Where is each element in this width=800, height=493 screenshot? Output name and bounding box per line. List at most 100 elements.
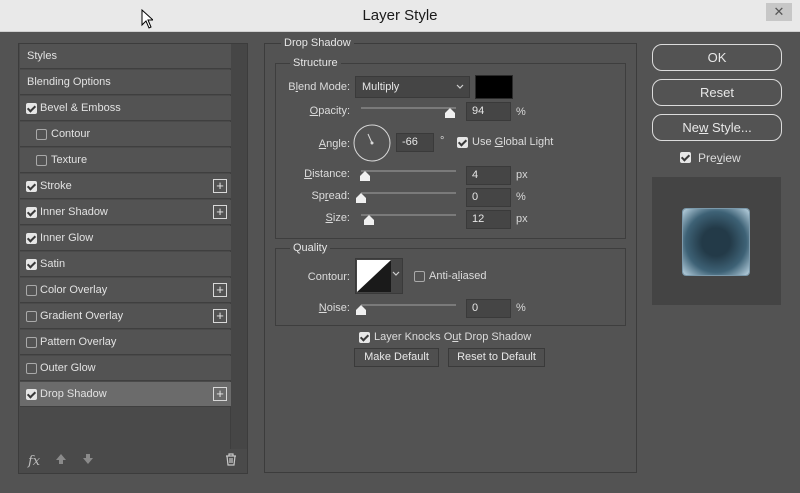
- pattern-overlay-checkbox[interactable]: [26, 337, 37, 348]
- chevron-down-icon: [392, 267, 400, 284]
- opacity-input[interactable]: 94: [466, 102, 511, 121]
- size-unit: px: [516, 213, 528, 225]
- title-bar: Layer Style ✕: [0, 0, 800, 32]
- texture-checkbox[interactable]: [36, 155, 47, 166]
- inner-shadow-checkbox[interactable]: [26, 207, 37, 218]
- styles-list-item-outer-glow[interactable]: Outer Glow: [20, 356, 231, 381]
- reset-to-default-button[interactable]: Reset to Default: [448, 348, 545, 367]
- distance-input[interactable]: 4: [466, 166, 511, 185]
- new-style-button[interactable]: New Style...: [652, 114, 782, 141]
- add-drop-shadow-plus-icon[interactable]: +: [213, 387, 227, 401]
- size-input[interactable]: 12: [466, 210, 511, 229]
- styles-list-item-label: Color Overlay: [40, 284, 108, 296]
- styles-list-item-blending-options[interactable]: Blending Options: [20, 70, 231, 95]
- fx-icon[interactable]: fx: [28, 454, 40, 469]
- preview-checkbox[interactable]: [680, 152, 691, 163]
- noise-slider-thumb[interactable]: [356, 305, 366, 315]
- styles-list-scrollbar[interactable]: [230, 44, 247, 449]
- style-preview: [652, 177, 781, 305]
- distance-slider-thumb[interactable]: [359, 171, 370, 181]
- move-up-icon[interactable]: [55, 453, 67, 468]
- distance-slider-track[interactable]: [361, 170, 456, 172]
- angle-label: Angle:: [318, 138, 350, 150]
- move-down-icon[interactable]: [82, 453, 94, 468]
- use-global-light-checkbox[interactable]: [457, 137, 468, 148]
- distance-unit: px: [516, 169, 528, 181]
- contour-curve-icon: [357, 260, 391, 292]
- styles-list-item-inner-shadow[interactable]: Inner Shadow +: [20, 200, 231, 225]
- add-stroke-plus-icon[interactable]: +: [213, 179, 227, 193]
- drop-shadow-checkbox[interactable]: [26, 389, 37, 400]
- styles-list-item-label: Bevel & Emboss: [40, 102, 121, 114]
- anti-aliased-label: Anti-aliased: [429, 270, 487, 282]
- noise-label: Noise:: [318, 302, 350, 314]
- angle-unit: °: [440, 135, 445, 147]
- noise-slider-track[interactable]: [361, 304, 456, 306]
- styles-list-item-gradient-overlay[interactable]: Gradient Overlay +: [20, 304, 231, 329]
- bevel-emboss-checkbox[interactable]: [26, 103, 37, 114]
- styles-list-item-drop-shadow[interactable]: Drop Shadow +: [20, 382, 231, 407]
- styles-list-item-label: Contour: [51, 128, 91, 140]
- styles-list-item-label: Blending Options: [27, 76, 111, 88]
- noise-unit: %: [516, 302, 526, 314]
- spread-slider-thumb[interactable]: [356, 193, 366, 203]
- ok-button[interactable]: OK: [652, 44, 782, 71]
- anti-aliased-checkbox[interactable]: [414, 271, 425, 282]
- styles-list-item-bevel-emboss[interactable]: Bevel & Emboss: [20, 96, 231, 121]
- styles-list-item-inner-glow[interactable]: Inner Glow: [20, 226, 231, 251]
- styles-list-item-stroke[interactable]: Stroke +: [20, 174, 231, 199]
- shadow-color-swatch[interactable]: [475, 75, 513, 99]
- styles-list-item-texture[interactable]: Texture: [20, 148, 231, 173]
- preview-label: Preview: [698, 151, 741, 165]
- styles-list-item-color-overlay[interactable]: Color Overlay +: [20, 278, 231, 303]
- spread-label: Spread:: [311, 190, 350, 202]
- opacity-label: Opacity:: [309, 105, 350, 117]
- quality-group: [275, 248, 626, 326]
- chevron-down-icon: [456, 77, 464, 104]
- styles-list-item-pattern-overlay[interactable]: Pattern Overlay: [20, 330, 231, 355]
- window-title: Layer Style: [362, 7, 438, 24]
- styles-list-item-contour[interactable]: Contour: [20, 122, 231, 147]
- angle-dial[interactable]: [353, 124, 391, 162]
- size-slider-thumb[interactable]: [363, 215, 374, 225]
- blend-mode-value: Multiply: [362, 81, 400, 93]
- quality-title: Quality: [290, 242, 331, 254]
- reset-button[interactable]: Reset: [652, 79, 782, 106]
- dialog-body: Styles Blending Options Bevel & Emboss C…: [0, 32, 800, 493]
- styles-list-item-label: Inner Shadow: [40, 206, 108, 218]
- trash-icon[interactable]: [225, 453, 237, 469]
- gradient-overlay-checkbox[interactable]: [26, 311, 37, 322]
- noise-input[interactable]: 0: [466, 299, 511, 318]
- styles-list-item-satin[interactable]: Satin: [20, 252, 231, 277]
- styles-list-item-label: Drop Shadow: [40, 388, 107, 400]
- opacity-slider-thumb[interactable]: [445, 108, 456, 118]
- close-icon[interactable]: ✕: [766, 3, 792, 21]
- contour-checkbox[interactable]: [36, 129, 47, 140]
- spread-input[interactable]: 0: [466, 188, 511, 207]
- styles-list-item-label: Outer Glow: [40, 362, 96, 374]
- inner-glow-checkbox[interactable]: [26, 233, 37, 244]
- add-color-overlay-plus-icon[interactable]: +: [213, 283, 227, 297]
- blend-mode-label: Blend Mode:: [288, 81, 350, 93]
- blend-mode-select[interactable]: Multiply: [355, 76, 470, 98]
- contour-picker[interactable]: [355, 258, 403, 294]
- styles-list-item-styles[interactable]: Styles: [20, 44, 231, 69]
- layer-knocks-out-checkbox[interactable]: [359, 332, 370, 343]
- spread-unit: %: [516, 191, 526, 203]
- color-overlay-checkbox[interactable]: [26, 285, 37, 296]
- layer-knocks-out-label: Layer Knocks Out Drop Shadow: [374, 331, 532, 343]
- spread-slider-track[interactable]: [361, 192, 456, 194]
- outer-glow-checkbox[interactable]: [26, 363, 37, 374]
- add-inner-shadow-plus-icon[interactable]: +: [213, 205, 227, 219]
- add-gradient-overlay-plus-icon[interactable]: +: [213, 309, 227, 323]
- stroke-checkbox[interactable]: [26, 181, 37, 192]
- make-default-button[interactable]: Make Default: [354, 348, 439, 367]
- styles-list-item-label: Inner Glow: [40, 232, 94, 244]
- angle-input[interactable]: -66: [396, 133, 434, 152]
- structure-title: Structure: [290, 57, 341, 69]
- styles-list-item-label: Stroke: [40, 180, 72, 192]
- satin-checkbox[interactable]: [26, 259, 37, 270]
- opacity-slider-track[interactable]: [361, 107, 456, 109]
- size-slider-track[interactable]: [361, 214, 456, 216]
- style-preview-thumbnail: [683, 209, 749, 275]
